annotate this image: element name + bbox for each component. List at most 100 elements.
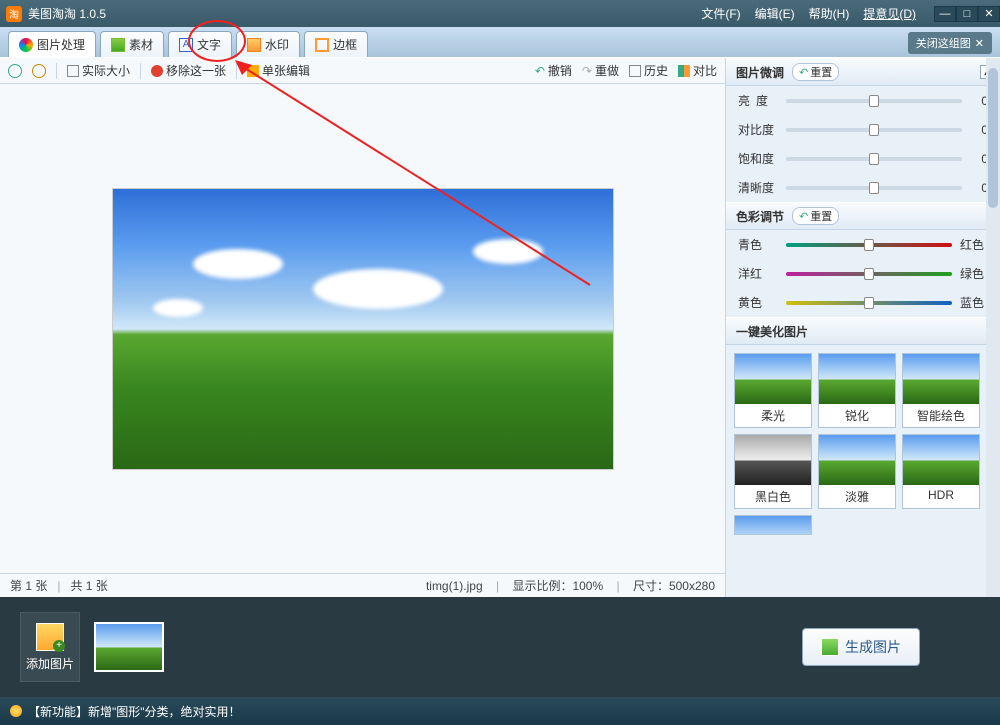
history-icon bbox=[629, 65, 641, 77]
app-title: 美图淘淘 1.0.5 bbox=[28, 5, 691, 22]
filter-item[interactable]: 锐化 bbox=[818, 353, 896, 428]
reset-icon: ↶ bbox=[799, 66, 808, 79]
color-right-label: 红色 bbox=[960, 236, 988, 253]
filter-item[interactable]: 柔光 bbox=[734, 353, 812, 428]
slider-row: 饱和度 0 bbox=[726, 144, 1000, 173]
filter-item[interactable]: 淡雅 bbox=[818, 434, 896, 509]
add-image-button[interactable]: 添加图片 bbox=[20, 612, 80, 682]
tab-label: 图片处理 bbox=[37, 36, 85, 53]
thumbnail-strip bbox=[94, 622, 164, 672]
slider-thumb[interactable] bbox=[864, 239, 874, 251]
window-titlebar: 淘 美图淘淘 1.0.5 文件(F) 编辑(E) 帮助(H) 提意见(D) — … bbox=[0, 0, 1000, 27]
beautify-header: 一键美化图片 ▴ bbox=[726, 317, 1000, 345]
filter-thumb bbox=[735, 435, 811, 485]
app-logo-icon: 淘 bbox=[6, 6, 22, 22]
watermark-icon bbox=[247, 38, 261, 52]
tab-label: 水印 bbox=[265, 36, 289, 53]
page-total: 共 1 张 bbox=[70, 577, 107, 594]
separator bbox=[56, 63, 57, 79]
tab-image-process[interactable]: 图片处理 bbox=[8, 31, 96, 57]
tab-watermark[interactable]: 水印 bbox=[236, 31, 300, 57]
slider-thumb[interactable] bbox=[864, 268, 874, 280]
fine-tune-reset-button[interactable]: ↶重置 bbox=[792, 63, 839, 81]
undo-button[interactable]: ↶撤销 bbox=[535, 62, 572, 79]
main-area: 实际大小 移除这一张 单张编辑 ↶撤销 ↷重做 历史 对比 第 1 张 | 共 bbox=[0, 57, 1000, 597]
beautify-title: 一键美化图片 bbox=[736, 323, 808, 340]
tab-bar: 图片处理 素材 A 文字 水印 边框 关闭这组图 ✕ bbox=[0, 27, 1000, 57]
color-slider-track[interactable] bbox=[786, 243, 952, 247]
size-label: 尺寸：500x280 bbox=[633, 579, 715, 593]
actual-size-button[interactable]: 实际大小 bbox=[67, 62, 130, 79]
tab-text[interactable]: A 文字 bbox=[168, 31, 232, 57]
color-adjust-header: 色彩调节 ↶重置 ▴ bbox=[726, 202, 1000, 230]
single-edit-button[interactable]: 单张编辑 bbox=[247, 62, 310, 79]
slider-thumb[interactable] bbox=[869, 95, 879, 107]
filter-item[interactable]: 黑白色 bbox=[734, 434, 812, 509]
color-adjust-reset-button[interactable]: ↶重置 bbox=[792, 207, 839, 225]
history-button[interactable]: 历史 bbox=[629, 62, 668, 79]
close-tab-group-button[interactable]: 关闭这组图 ✕ bbox=[908, 32, 992, 54]
redo-icon: ↷ bbox=[582, 64, 592, 78]
image-canvas[interactable] bbox=[0, 84, 725, 573]
zoom-out-button[interactable] bbox=[32, 64, 46, 78]
filter-item[interactable]: HDR bbox=[902, 434, 980, 509]
tab-label: 边框 bbox=[333, 36, 357, 53]
filter-item[interactable] bbox=[734, 515, 812, 535]
footer-tip: 【新功能】新增"图形"分类，绝对实用！ bbox=[28, 703, 241, 720]
menu-feedback[interactable]: 提意见(D) bbox=[863, 5, 916, 22]
filter-thumb bbox=[819, 354, 895, 404]
slider-thumb[interactable] bbox=[869, 182, 879, 194]
compare-icon bbox=[678, 65, 690, 77]
image-preview bbox=[113, 189, 613, 469]
slider-thumb[interactable] bbox=[869, 153, 879, 165]
page-current: 第 1 张 bbox=[10, 577, 47, 594]
filter-label: 智能绘色 bbox=[903, 404, 979, 427]
bottom-bar: 添加图片 生成图片 bbox=[0, 597, 1000, 697]
thumbnail-item[interactable] bbox=[94, 622, 164, 672]
slider-track[interactable] bbox=[786, 186, 962, 190]
zoom-out-icon bbox=[32, 64, 46, 78]
slider-label: 清晰度 bbox=[738, 179, 778, 196]
slider-track[interactable] bbox=[786, 157, 962, 161]
redo-button[interactable]: ↷重做 bbox=[582, 62, 619, 79]
slider-label: 饱和度 bbox=[738, 150, 778, 167]
slider-track[interactable] bbox=[786, 128, 962, 132]
filter-label: HDR bbox=[903, 485, 979, 505]
menu-file[interactable]: 文件(F) bbox=[701, 5, 740, 22]
compare-button[interactable]: 对比 bbox=[678, 62, 717, 79]
tab-label: 文字 bbox=[197, 36, 221, 53]
generate-button[interactable]: 生成图片 bbox=[802, 628, 920, 666]
tab-border[interactable]: 边框 bbox=[304, 31, 368, 57]
maximize-button[interactable]: □ bbox=[956, 6, 978, 22]
color-slider-track[interactable] bbox=[786, 301, 952, 305]
filter-label: 淡雅 bbox=[819, 485, 895, 508]
close-icon: ✕ bbox=[975, 37, 984, 50]
remove-image-button[interactable]: 移除这一张 bbox=[151, 62, 226, 79]
filter-item[interactable]: 智能绘色 bbox=[902, 353, 980, 428]
zoom-in-icon bbox=[8, 64, 22, 78]
slider-track[interactable] bbox=[786, 99, 962, 103]
generate-icon bbox=[821, 638, 839, 656]
menu-edit[interactable]: 编辑(E) bbox=[755, 5, 795, 22]
menubar: 文件(F) 编辑(E) 帮助(H) 提意见(D) bbox=[691, 5, 926, 22]
filename-label: timg(1).jpg bbox=[426, 579, 483, 593]
color-adjust-title: 色彩调节 bbox=[736, 208, 784, 225]
text-icon: A bbox=[179, 38, 193, 52]
menu-help[interactable]: 帮助(H) bbox=[809, 5, 850, 22]
slider-thumb[interactable] bbox=[864, 297, 874, 309]
fine-tune-header: 图片微调 ↶重置 ▴ bbox=[726, 58, 1000, 86]
footer-bar: 【新功能】新增"图形"分类，绝对实用！ bbox=[0, 697, 1000, 725]
filter-thumb bbox=[735, 354, 811, 404]
filter-thumb bbox=[903, 354, 979, 404]
scrollbar-thumb[interactable] bbox=[988, 68, 998, 208]
slider-thumb[interactable] bbox=[869, 124, 879, 136]
filter-label: 柔光 bbox=[735, 404, 811, 427]
close-button[interactable]: ✕ bbox=[978, 6, 1000, 22]
tab-material[interactable]: 素材 bbox=[100, 31, 164, 57]
minimize-button[interactable]: — bbox=[934, 6, 956, 22]
scrollbar[interactable] bbox=[986, 58, 1000, 597]
zoom-in-button[interactable] bbox=[8, 64, 22, 78]
color-slider-track[interactable] bbox=[786, 272, 952, 276]
separator bbox=[140, 63, 141, 79]
canvas-statusbar: 第 1 张 | 共 1 张 timg(1).jpg | 显示比例：100% | … bbox=[0, 573, 725, 597]
